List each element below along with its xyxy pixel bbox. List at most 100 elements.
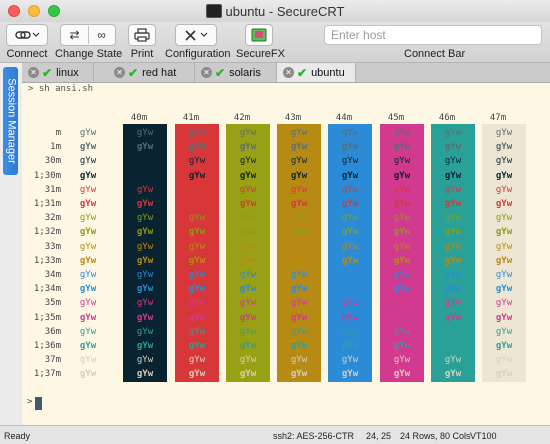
tools-icon [185,30,208,41]
tab-label: ubuntu [311,66,345,79]
color-sample: gYw [290,142,308,153]
color-sample: gYw [393,255,411,266]
bg-code-header: 41m [182,113,200,123]
status-bar: Ready ssh2: AES-256-CTR 24, 25 24 Rows, … [0,425,550,444]
connected-check-icon: ✔ [42,65,53,80]
link-break-icon[interactable]: ∞ [87,26,115,44]
color-sample: gYw [239,255,257,266]
color-sample: gYw [136,284,154,295]
color-sample: gYw [444,142,462,153]
color-sample: gYw [79,184,97,195]
securefx-btn-face[interactable] [245,24,273,46]
color-sample: gYw [393,312,411,323]
session-manager-tab[interactable]: Session Manager [3,67,18,175]
change-state-btn-face[interactable]: ⇄ ∞ [60,24,116,46]
fg-code-label: 37m [44,355,61,366]
connected-check-icon: ✔ [297,65,308,80]
color-sample: gYw [444,284,462,295]
color-sample: gYw [79,241,97,252]
fg-code-label: 31m [44,184,61,195]
print-button[interactable]: Print [128,24,156,60]
color-sample: gYw [341,326,359,337]
tab-linux[interactable]: ✕ ✔ linux [22,63,94,82]
color-sample: gYw [188,270,206,280]
color-sample: gYw [341,341,359,351]
tab-close-icon[interactable]: ✕ [28,67,39,78]
tab-close-icon[interactable]: ✕ [283,67,294,78]
color-sample: gYw [290,241,308,252]
color-sample: gYw [393,184,411,195]
swap-icon[interactable]: ⇄ [62,26,88,44]
connected-check-icon: ✔ [215,65,226,80]
color-sample: gYw [444,156,462,167]
printer-icon [134,28,150,42]
color-sample: gYw [444,341,462,351]
link-icon [15,31,40,39]
color-sample: gYw [136,298,154,309]
color-sample: gYw [239,326,257,337]
color-sample: gYw [188,355,206,366]
color-sample: gYw [136,255,154,266]
color-sample: gYw [495,326,513,337]
color-sample: gYw [495,241,513,252]
connect-button[interactable]: Connect [6,24,48,60]
terminal-screen[interactable]: > sh ansi.sh > m 1m 30m 1;30m 31m 1;31m 32m 1;3… [22,83,550,425]
tab-close-icon[interactable]: ✕ [114,67,125,78]
tab-solaris[interactable]: ✕ ✔ solaris [195,63,281,82]
connect-btn-face[interactable] [6,24,48,46]
color-sample: gYw [239,298,257,309]
color-sample: gYw [188,156,206,167]
color-sample: gYw [136,326,154,337]
print-btn-face[interactable] [128,24,156,46]
color-sample: gYw [444,298,462,309]
color-sample: gYw [290,227,308,238]
color-sample: gYw [239,170,257,181]
terminal-app-icon [205,4,222,18]
securefx-button[interactable]: SecureFX [236,24,285,60]
title-bar[interactable]: ubuntu - SecureCRT [0,0,550,22]
color-sample: gYw [79,284,97,295]
color-sample: gYw [290,270,308,280]
color-sample: gYw [290,369,308,380]
color-sample: gYw [136,170,154,181]
configuration-button[interactable]: Configuration [165,24,230,60]
tab-label: solaris [229,66,261,79]
color-sample: gYw [393,241,411,252]
color-sample: gYw [341,199,359,209]
change-state-label: Change State [55,48,123,60]
color-sample: gYw [79,312,97,323]
color-sample: gYw [290,312,308,323]
color-sample: gYw [393,298,411,309]
tab-label: red hat [142,66,177,79]
connected-check-icon: ✔ [128,65,139,80]
fg-code-label: 33m [44,241,61,252]
color-sample: gYw [495,284,513,295]
status-ready: Ready [4,431,31,441]
color-sample: gYw [290,170,308,181]
connect-host-input[interactable]: Enter host [324,25,542,45]
tab-ubuntu[interactable]: ✕ ✔ ubuntu [276,63,356,82]
color-sample: gYw [393,199,411,209]
configuration-btn-face[interactable] [175,24,217,46]
fg-code-label: 1;36m [33,341,61,351]
color-sample: gYw [393,156,411,167]
color-sample: gYw [393,326,411,337]
color-sample: gYw [341,156,359,167]
tab-red-hat[interactable]: ✕ ✔ red hat [108,63,195,82]
color-sample: gYw [79,355,97,366]
color-sample: gYw [290,213,308,224]
color-sample: gYw [239,369,257,380]
change-state-button[interactable]: ⇄ ∞ Change State [55,24,123,60]
color-sample: gYw [79,199,97,209]
color-sample: gYw [341,284,359,295]
color-sample: gYw [239,199,257,209]
color-sample: gYw [136,199,154,209]
color-sample: gYw [290,199,308,209]
status-size: 24 Rows, 80 Cols [400,431,471,441]
color-sample: gYw [341,213,359,224]
color-sample: gYw [495,227,513,238]
tab-close-icon[interactable]: ✕ [201,67,212,78]
color-sample: gYw [136,312,154,323]
color-sample: gYw [393,142,411,153]
color-sample: gYw [290,326,308,337]
